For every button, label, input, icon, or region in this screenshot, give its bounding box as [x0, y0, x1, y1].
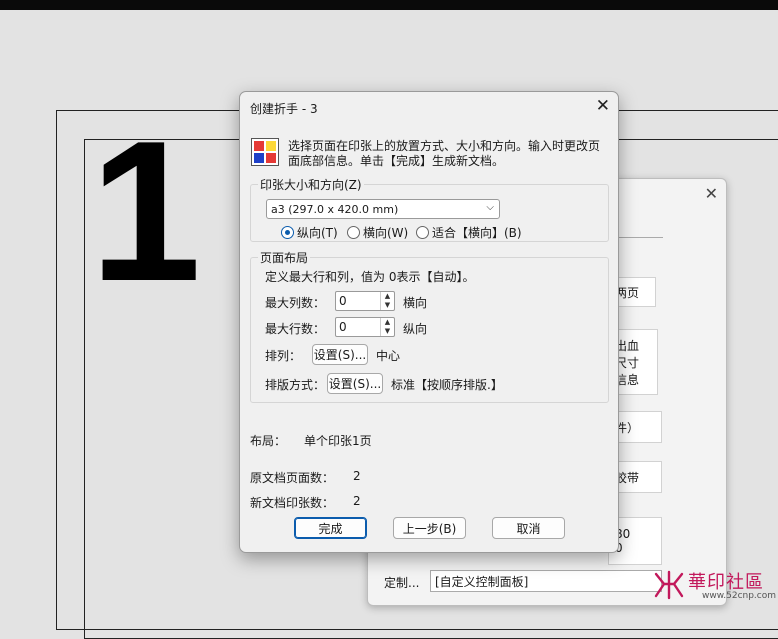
sheet-size-group-title: 印张大小和方向(Z): [258, 176, 364, 193]
max-columns-direction: 横向: [403, 296, 428, 310]
radio-dot-selected: [281, 226, 294, 239]
radio-dot: [416, 226, 429, 239]
max-rows-value: 0: [339, 320, 347, 334]
max-rows-stepper[interactable]: 0 ▲ ▼: [335, 317, 395, 337]
original-pages-label: 原文档页面数：: [250, 471, 335, 485]
custom-panel-select-value: [自定义控制面板]: [435, 574, 529, 589]
radio-landscape-label: 横向(W): [363, 226, 409, 240]
close-icon[interactable]: ✕: [596, 96, 610, 116]
document-top-bar: [0, 0, 778, 10]
custom-panel-select[interactable]: [自定义控制面板]: [430, 570, 662, 592]
max-columns-label: 最大列数：: [265, 296, 326, 310]
imposition-settings-button-label: 设置(S)...: [328, 377, 382, 391]
background-dialog-close-icon[interactable]: ✕: [705, 184, 718, 203]
chevron-down-icon: ⌵: [486, 202, 494, 213]
arrange-label: 排列：: [265, 349, 302, 363]
finish-button[interactable]: 完成: [294, 517, 367, 539]
wizard-description: 选择页面在印张上的放置方式、大小和方向。输入时更改页面底部信息。单击【完成】生成…: [288, 139, 601, 168]
max-columns-stepper[interactable]: 0 ▲ ▼: [335, 291, 395, 311]
cancel-button[interactable]: 取消: [492, 517, 565, 539]
dialog-title: 创建折手 - 3: [250, 102, 318, 116]
layout-summary-label: 布局：: [250, 434, 287, 448]
background-divider: [618, 237, 663, 238]
layout-summary-value: 单个印张1页: [304, 434, 372, 448]
wizard-layout-icon: [251, 138, 279, 166]
back-button-label: 上一步(B): [402, 521, 457, 536]
new-sheets-label: 新文档印张数：: [250, 496, 335, 510]
sheet-size-group: 印张大小和方向(Z) a3 (297.0 x 420.0 mm) ⌵ 纵向(T)…: [250, 176, 609, 242]
stepper-arrows-icon[interactable]: ▲ ▼: [380, 292, 394, 310]
watermark-url: www.52cnp.com: [702, 591, 777, 601]
finish-button-label: 完成: [318, 521, 343, 536]
site-watermark: 華印社區 www.52cnp.com: [650, 566, 778, 606]
imposition-method-label: 排版方式：: [265, 378, 326, 392]
arrange-value: 中心: [376, 349, 401, 363]
create-signature-wizard-dialog: 创建折手 - 3 ✕ 选择页面在印张上的放置方式、大小和方向。输入时更改页面底部…: [239, 91, 619, 553]
page-layout-group-title: 页面布局: [258, 249, 311, 266]
sheet-size-select[interactable]: a3 (297.0 x 420.0 mm) ⌵: [266, 199, 500, 219]
imposition-method-value: 标准【按顺序排版.】: [391, 378, 503, 392]
back-button[interactable]: 上一步(B): [393, 517, 466, 539]
original-pages-value: 2: [353, 469, 361, 483]
layout-hint: 定义最大行和列，值为 0表示【自动】。: [265, 270, 475, 284]
radio-dot: [347, 226, 360, 239]
stepper-arrows-icon[interactable]: ▲ ▼: [380, 318, 394, 336]
radio-fit-landscape-label: 适合【横向】(B): [432, 226, 522, 240]
new-sheets-value: 2: [353, 494, 361, 508]
radio-portrait-label: 纵向(T): [297, 226, 338, 240]
sheet-size-value: a3 (297.0 x 420.0 mm): [271, 202, 399, 216]
arrange-settings-button-label: 设置(S)...: [313, 348, 367, 362]
imposition-settings-button[interactable]: 设置(S)...: [327, 373, 383, 394]
page-layout-group: 页面布局 定义最大行和列，值为 0表示【自动】。 最大列数： 0 ▲ ▼ 横向 最…: [250, 249, 609, 403]
radio-portrait[interactable]: 纵向(T): [281, 224, 338, 241]
max-rows-direction: 纵向: [403, 322, 428, 336]
watermark-logo-icon: [654, 570, 684, 600]
custom-label: 定制...: [384, 576, 420, 590]
arrange-settings-button[interactable]: 设置(S)...: [312, 344, 368, 365]
radio-landscape[interactable]: 横向(W): [347, 224, 408, 241]
radio-fit-landscape[interactable]: 适合【横向】(B): [416, 224, 522, 241]
page-number-glyph: 1: [90, 100, 202, 323]
max-columns-value: 0: [339, 294, 347, 308]
cancel-button-label: 取消: [516, 521, 541, 536]
max-rows-label: 最大行数：: [265, 322, 326, 336]
